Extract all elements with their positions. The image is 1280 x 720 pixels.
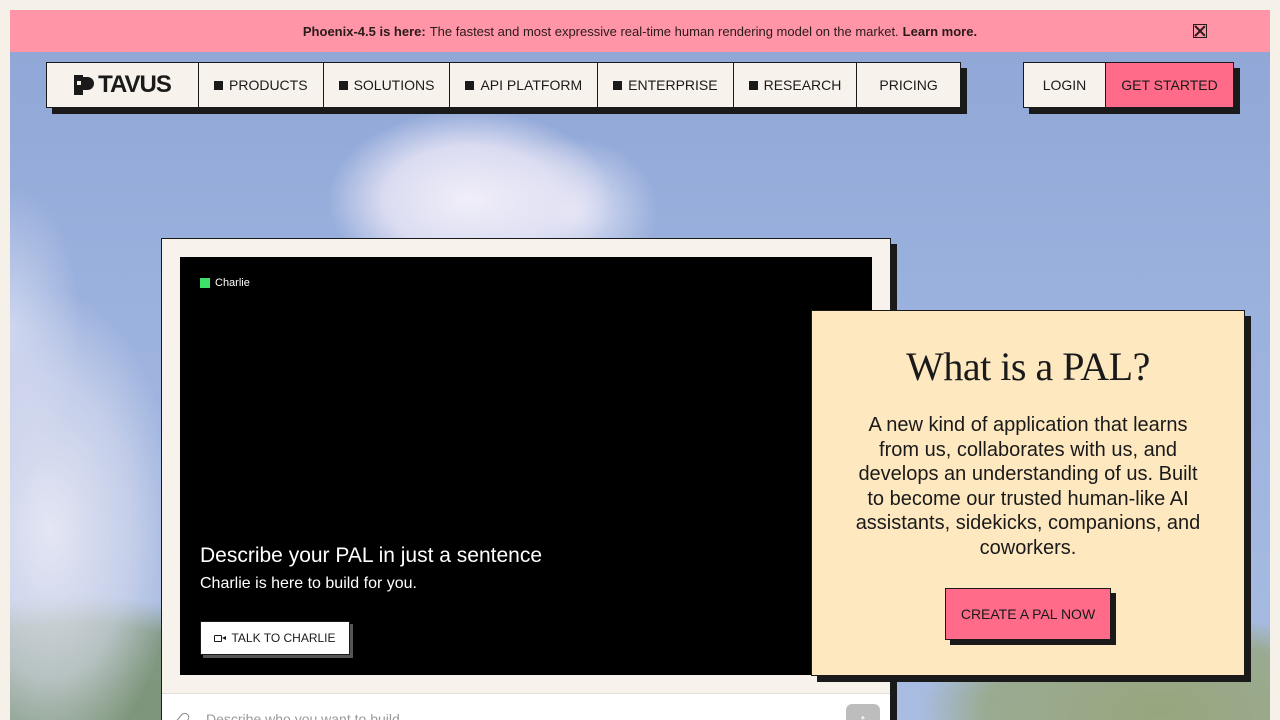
video-card: Charlie Describe your PAL in just a sent…: [161, 238, 891, 720]
square-bullet-icon: [214, 80, 223, 90]
nav-item-solutions[interactable]: SOLUTIONS: [324, 63, 451, 107]
nav-item-label: ENTERPRISE: [628, 77, 718, 93]
square-bullet-icon: [748, 80, 758, 90]
square-bullet-icon: [465, 80, 475, 90]
arrow-up-icon: ↑: [859, 712, 867, 720]
nav-item-pricing[interactable]: PRICING: [857, 63, 959, 107]
nav-item-label: PRODUCTS: [229, 77, 308, 93]
learn-more-link[interactable]: Learn more.: [903, 24, 977, 39]
nav-item-label: RESEARCH: [763, 77, 842, 93]
announcement-banner: Phoenix-4.5 is here: The fastest and mos…: [10, 10, 1270, 52]
pal-description: A new kind of application that learns fr…: [855, 414, 1201, 559]
nav-item-products[interactable]: PRODUCTS: [199, 63, 324, 107]
auth-buttons: LOGIN GET STARTED: [1023, 62, 1234, 108]
send-button[interactable]: ↑: [846, 704, 880, 720]
speaker-label: Charlie: [200, 277, 250, 289]
banner-text: The fastest and most expressive real-tim…: [429, 23, 899, 39]
logo-text: TAVUS: [98, 71, 172, 98]
main-nav: TAVUS PRODUCTS SOLUTIONS API PLATFORM EN…: [46, 62, 961, 108]
nav-item-label: PRICING: [879, 77, 938, 93]
pal-info-panel: What is a PAL? A new kind of application…: [811, 310, 1245, 676]
live-indicator-icon: [200, 278, 210, 288]
square-bullet-icon: [613, 80, 623, 90]
banner-headline: Phoenix-4.5 is here:: [302, 23, 426, 39]
video-headline: Describe your PAL in just a sentence: [200, 544, 543, 567]
talk-button-label: TALK TO CHARLIE: [231, 631, 336, 645]
create-pal-button[interactable]: CREATE A PAL NOW: [945, 588, 1111, 640]
pal-title: What is a PAL?: [906, 344, 1150, 389]
prompt-input[interactable]: [206, 708, 806, 720]
video-subtitle: Charlie is here to build for you.: [200, 575, 417, 592]
talk-to-charlie-button[interactable]: TALK TO CHARLIE: [200, 621, 350, 655]
speaker-name: Charlie: [215, 277, 250, 289]
close-icon[interactable]: [1193, 24, 1207, 38]
prompt-bar: ↑: [162, 693, 890, 720]
camera-icon: [214, 634, 227, 643]
nav-item-label: SOLUTIONS: [353, 77, 435, 93]
video-area: Charlie Describe your PAL in just a sent…: [180, 257, 872, 675]
nav-item-api-platform[interactable]: API PLATFORM: [450, 63, 599, 107]
paperclip-icon[interactable]: [173, 710, 192, 720]
logo-mark-icon: [74, 75, 95, 95]
nav-item-research[interactable]: RESEARCH: [734, 63, 858, 107]
logo[interactable]: TAVUS: [47, 63, 199, 107]
square-bullet-icon: [338, 80, 348, 90]
login-button[interactable]: LOGIN: [1024, 63, 1106, 107]
nav-item-label: API PLATFORM: [480, 77, 583, 93]
nav-item-enterprise[interactable]: ENTERPRISE: [598, 63, 734, 107]
get-started-button[interactable]: GET STARTED: [1106, 63, 1233, 107]
